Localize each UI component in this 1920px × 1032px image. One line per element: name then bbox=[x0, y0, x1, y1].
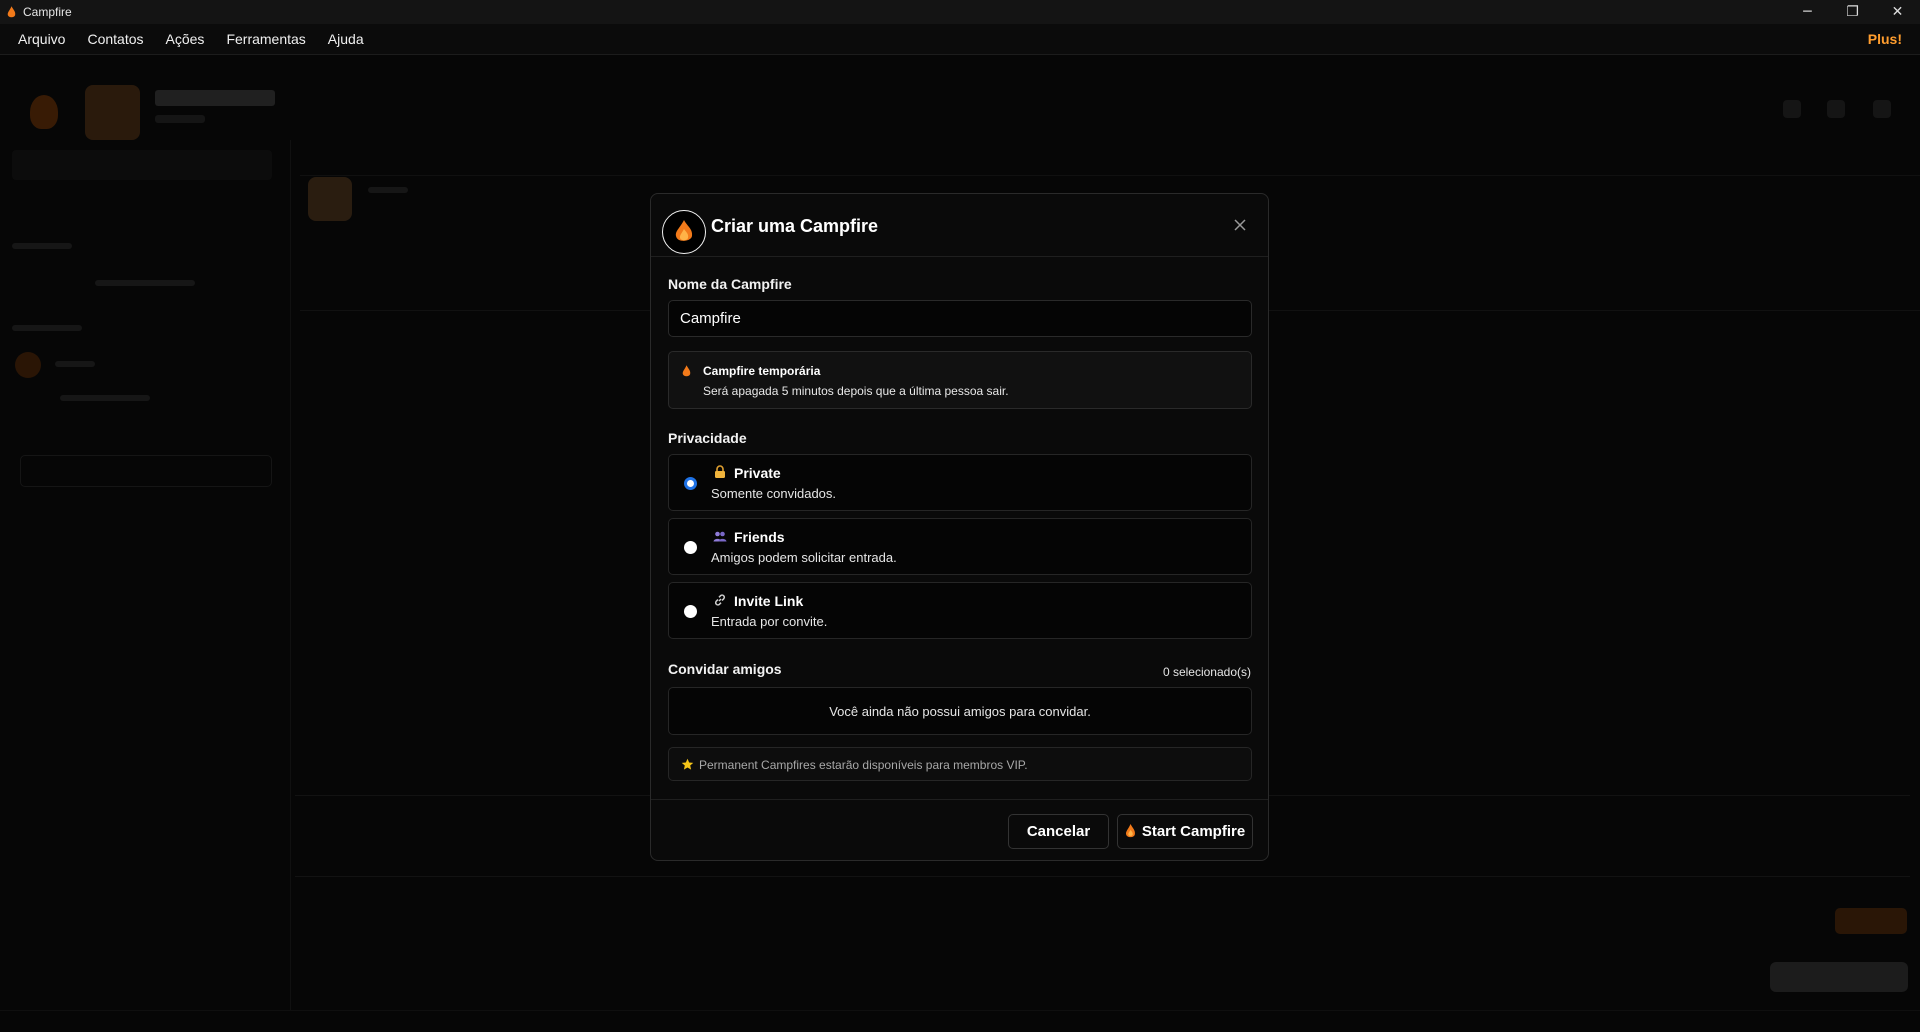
bg-header-icon bbox=[1783, 100, 1801, 118]
dialog-title: Criar uma Campfire bbox=[711, 216, 879, 236]
option-title: Friends bbox=[734, 529, 785, 545]
bg-header bbox=[0, 55, 1920, 140]
bg-text-placeholder bbox=[95, 280, 195, 286]
selected-count: 0 selecionado(s) bbox=[1162, 665, 1251, 679]
footer-divider bbox=[651, 799, 1268, 800]
privacy-option-invite-link[interactable]: Invite Link Entrada por convite. bbox=[668, 582, 1252, 639]
bg-search-placeholder bbox=[12, 150, 272, 180]
flame-icon bbox=[1125, 824, 1135, 838]
radio-private[interactable] bbox=[684, 477, 697, 490]
option-title: Private bbox=[734, 465, 781, 481]
radio-friends[interactable] bbox=[684, 541, 697, 554]
bg-divider bbox=[300, 175, 1920, 176]
dialog-header: Criar uma Campfire bbox=[651, 194, 1268, 257]
link-icon bbox=[714, 594, 726, 606]
bg-campfire-icon bbox=[15, 352, 41, 378]
vip-notice: Permanent Campfires estarão disponíveis … bbox=[668, 747, 1252, 781]
title-bar: Campfire ─ ❐ ✕ bbox=[0, 0, 1920, 24]
friends-list-empty: Você ainda não possui amigos para convid… bbox=[668, 687, 1252, 735]
option-description: Amigos podem solicitar entrada. bbox=[711, 550, 897, 565]
menu-ferramentas[interactable]: Ferramentas bbox=[226, 31, 305, 47]
invite-friends-label: Convidar amigos bbox=[668, 661, 782, 677]
bg-button-placeholder bbox=[1835, 908, 1907, 934]
option-description: Entrada por convite. bbox=[711, 614, 828, 629]
bg-campfire-avatar bbox=[308, 177, 352, 221]
bg-username-placeholder bbox=[155, 90, 275, 106]
privacy-label: Privacidade bbox=[668, 430, 747, 446]
bg-text-placeholder bbox=[368, 187, 408, 193]
campfire-app-icon bbox=[7, 5, 16, 17]
bg-text-placeholder bbox=[60, 395, 150, 401]
close-dialog-button[interactable] bbox=[1229, 214, 1251, 236]
bg-logo bbox=[30, 95, 58, 129]
option-description: Somente convidados. bbox=[711, 486, 837, 501]
campfire-logo-icon bbox=[662, 210, 706, 254]
star-icon bbox=[681, 758, 694, 770]
campfire-name-label: Nome da Campfire bbox=[668, 276, 792, 292]
menu-bar: Arquivo Contatos Ações Ferramentas Ajuda… bbox=[0, 24, 1920, 55]
menu-ajuda[interactable]: Ajuda bbox=[328, 31, 364, 47]
option-title: Invite Link bbox=[734, 593, 804, 609]
menu-acoes[interactable]: Ações bbox=[166, 31, 205, 47]
restore-button[interactable]: ❐ bbox=[1830, 0, 1875, 24]
bg-button-placeholder bbox=[1770, 962, 1908, 992]
people-icon bbox=[713, 531, 727, 542]
bg-section-placeholder bbox=[12, 325, 82, 331]
bg-text-placeholder bbox=[55, 361, 95, 367]
close-icon bbox=[1234, 219, 1246, 231]
privacy-option-friends[interactable]: Friends Amigos podem solicitar entrada. bbox=[668, 518, 1252, 575]
bg-status-placeholder bbox=[155, 115, 205, 123]
close-window-button[interactable]: ✕ bbox=[1875, 0, 1920, 24]
bg-sidebar bbox=[0, 140, 291, 1010]
lock-icon bbox=[715, 465, 725, 478]
bg-avatar bbox=[85, 85, 140, 140]
temporary-title: Campfire temporária bbox=[703, 364, 821, 378]
minimize-button[interactable]: ─ bbox=[1785, 0, 1830, 24]
cancel-button[interactable]: Cancelar bbox=[1008, 814, 1109, 849]
menu-arquivo[interactable]: Arquivo bbox=[18, 31, 65, 47]
empty-friends-text: Você ainda não possui amigos para convid… bbox=[829, 703, 1091, 719]
flame-icon bbox=[682, 365, 691, 377]
window-title: Campfire bbox=[23, 5, 72, 19]
temporary-description: Será apagada 5 minutos depois que a últi… bbox=[703, 384, 1009, 398]
start-campfire-label: Start Campfire bbox=[1141, 823, 1246, 840]
plus-link[interactable]: Plus! bbox=[1868, 31, 1902, 47]
bg-header-icon bbox=[1873, 100, 1891, 118]
menu-contatos[interactable]: Contatos bbox=[87, 31, 143, 47]
bg-divider bbox=[0, 1010, 1920, 1011]
create-campfire-dialog: Criar uma Campfire Nome da Campfire Camp… bbox=[650, 193, 1269, 861]
temporary-campfire-notice: Campfire temporária Será apagada 5 minut… bbox=[668, 351, 1252, 409]
start-campfire-button[interactable]: Start Campfire bbox=[1117, 814, 1253, 849]
flame-icon bbox=[675, 220, 693, 241]
bg-header-icon bbox=[1827, 100, 1845, 118]
bg-button-placeholder bbox=[20, 455, 272, 487]
bg-section-placeholder bbox=[12, 243, 72, 249]
campfire-name-input[interactable] bbox=[668, 300, 1252, 337]
privacy-option-private[interactable]: Private Somente convidados. bbox=[668, 454, 1252, 511]
radio-invite-link[interactable] bbox=[684, 605, 697, 618]
vip-note-text: Permanent Campfires estarão disponíveis … bbox=[699, 758, 1028, 772]
